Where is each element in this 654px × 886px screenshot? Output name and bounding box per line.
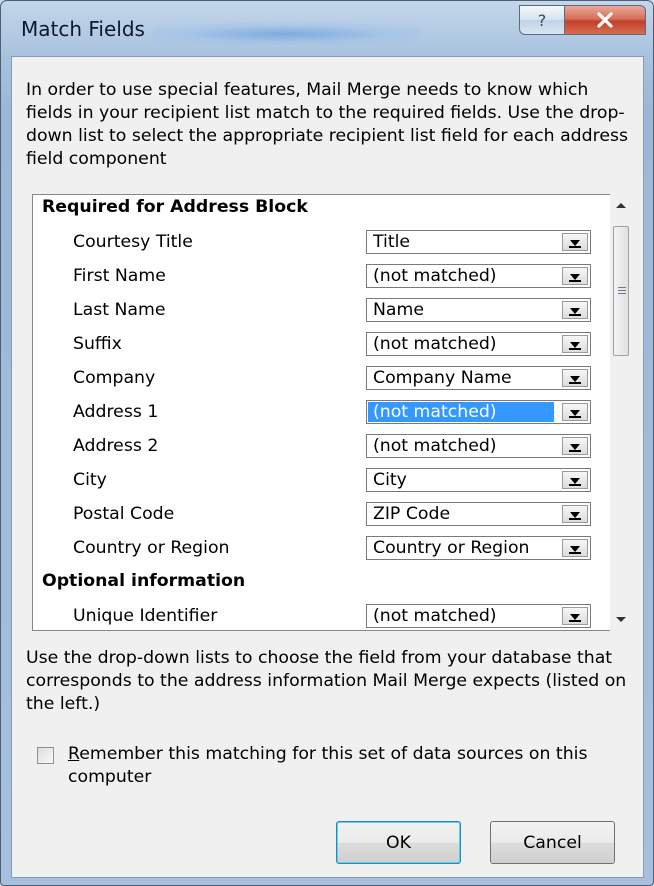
field-label: Last Name: [73, 300, 166, 320]
combo-value: (not matched): [373, 334, 497, 354]
field-label: Address 2: [73, 436, 159, 456]
field-label: Postal Code: [73, 504, 175, 524]
dropdown-arrow-icon[interactable]: [562, 607, 588, 625]
label-text: emember this matching for this set of da…: [68, 744, 588, 787]
scroll-down-arrow-icon[interactable]: [610, 609, 632, 631]
field-label: Address 1: [73, 402, 159, 422]
close-icon: [597, 12, 613, 28]
dropdown-arrow-icon[interactable]: [562, 471, 588, 489]
remember-matching-checkbox[interactable]: [37, 747, 54, 764]
title-glow: [151, 23, 421, 45]
scroll-thumb[interactable]: [613, 226, 629, 356]
field-combo-courtesy-title[interactable]: Title: [366, 230, 591, 254]
field-label: First Name: [73, 266, 166, 286]
combo-value: (not matched): [368, 402, 554, 422]
dropdown-arrow-icon[interactable]: [562, 233, 588, 251]
field-combo-first-name[interactable]: (not matched): [366, 264, 591, 288]
field-label: Country or Region: [73, 538, 230, 558]
list-scrollbar[interactable]: [610, 194, 632, 631]
field-label: Company: [73, 368, 156, 388]
combo-value: Title: [373, 232, 411, 252]
cancel-button[interactable]: Cancel: [490, 821, 615, 864]
dropdown-arrow-icon[interactable]: [562, 403, 588, 421]
field-label: Suffix: [73, 334, 122, 354]
field-combo-last-name[interactable]: Name: [366, 298, 591, 322]
dropdown-arrow-icon[interactable]: [562, 267, 588, 285]
section-required-header: Required for Address Block: [42, 197, 308, 217]
match-fields-dialog: Match Fields ? In order to use special f…: [0, 0, 654, 886]
grip-icon: [618, 287, 626, 296]
field-combo-suffix[interactable]: (not matched): [366, 332, 591, 356]
field-combo-postal-code[interactable]: ZIP Code: [366, 502, 591, 526]
combo-value: (not matched): [373, 266, 497, 286]
dropdown-arrow-icon[interactable]: [562, 301, 588, 319]
combo-value: ZIP Code: [373, 504, 451, 524]
field-label: Courtesy Title: [73, 232, 193, 252]
field-combo-address-1[interactable]: (not matched): [366, 400, 591, 424]
dropdown-arrow-icon[interactable]: [562, 437, 588, 455]
field-combo-unique-identifier[interactable]: (not matched): [366, 604, 591, 628]
dropdown-arrow-icon[interactable]: [562, 335, 588, 353]
field-label: Unique Identifier: [73, 606, 218, 626]
field-mapping-list: Required for Address Block Courtesy Titl…: [32, 194, 611, 631]
combo-value: (not matched): [373, 436, 497, 456]
ok-button[interactable]: OK: [336, 821, 461, 864]
dropdown-arrow-icon[interactable]: [562, 505, 588, 523]
field-combo-address-2[interactable]: (not matched): [366, 434, 591, 458]
question-mark-icon: ?: [538, 11, 547, 29]
help-text: Use the drop-down lists to choose the fi…: [26, 648, 627, 714]
scroll-up-arrow-icon[interactable]: [610, 194, 632, 216]
combo-value: City: [373, 470, 407, 490]
combo-value: Company Name: [373, 368, 512, 388]
dropdown-arrow-icon[interactable]: [562, 539, 588, 557]
combo-value: Country or Region: [373, 538, 530, 558]
field-label: City: [73, 470, 107, 490]
title-bar[interactable]: Match Fields ?: [1, 1, 653, 55]
field-combo-company[interactable]: Company Name: [366, 366, 591, 390]
window-title: Match Fields: [21, 17, 145, 41]
field-combo-city[interactable]: City: [366, 468, 591, 492]
svg-text:?: ?: [538, 11, 547, 29]
field-combo-country-or-region[interactable]: Country or Region: [366, 536, 591, 560]
combo-value: Name: [373, 300, 424, 320]
help-button[interactable]: ?: [519, 5, 565, 35]
remember-matching-label[interactable]: Remember this matching for this set of d…: [68, 743, 638, 789]
access-key: R: [68, 744, 80, 764]
combo-value: (not matched): [373, 606, 497, 626]
dropdown-arrow-icon[interactable]: [562, 369, 588, 387]
dialog-body: In order to use special features, Mail M…: [11, 56, 644, 878]
intro-text: In order to use special features, Mail M…: [26, 80, 628, 169]
close-button[interactable]: [564, 5, 646, 35]
section-optional-header: Optional information: [42, 571, 246, 591]
